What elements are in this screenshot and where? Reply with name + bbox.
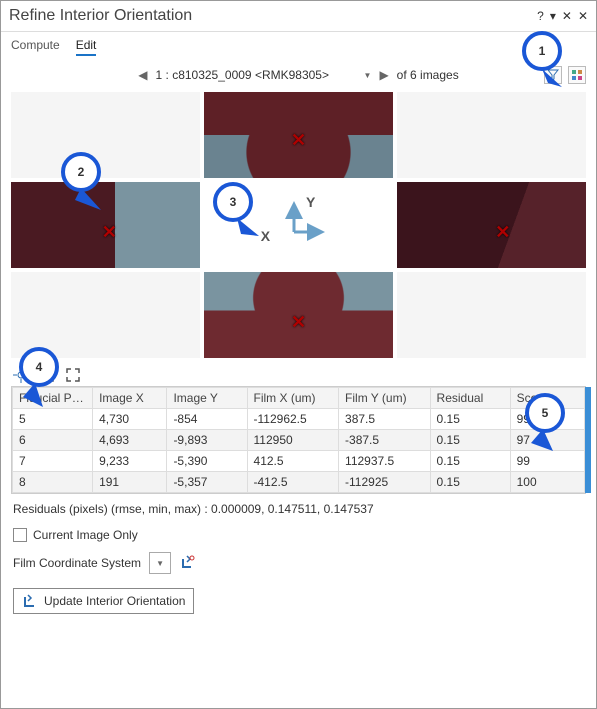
cell: 4,730 — [93, 409, 167, 430]
cell: 6 — [13, 430, 93, 451]
col-residual[interactable]: Residual — [430, 388, 510, 409]
table-row[interactable]: 7 9,233 -5,390 412.5 112937.5 0.15 99 — [13, 451, 585, 472]
col-film-y[interactable]: Film Y (um) — [339, 388, 431, 409]
cell: 0.15 — [430, 451, 510, 472]
cell: -387.5 — [339, 430, 431, 451]
cell: 0.15 — [430, 430, 510, 451]
thumb-empty — [11, 272, 200, 358]
tab-edit[interactable]: Edit — [76, 38, 97, 56]
help-icon[interactable]: ? — [537, 9, 544, 23]
callout-5-label: 5 — [542, 406, 549, 420]
current-image-only-row: Current Image Only — [1, 524, 596, 546]
zoom-tools — [1, 362, 596, 386]
callout-1-label: 1 — [539, 44, 546, 58]
fiducial-preview-grid: ✕ ✕ Y X ✕ ✕ 2 3 — [1, 88, 596, 362]
axis-reset-icon[interactable] — [179, 553, 197, 574]
thumb-empty — [397, 272, 586, 358]
callout-1: 1 — [522, 31, 562, 71]
prev-image-button[interactable]: ◀ — [138, 68, 147, 82]
fiducial-table: Fiducial Position Image X Image Y Film X… — [11, 386, 586, 494]
cell: 5 — [13, 409, 93, 430]
current-image-only-label: Current Image Only — [33, 528, 138, 542]
callout-2-label: 2 — [78, 165, 85, 179]
table-row[interactable]: 8 191 -5,357 -412.5 -112925 0.15 100 — [13, 472, 585, 493]
cell: -112962.5 — [247, 409, 339, 430]
cell: 412.5 — [247, 451, 339, 472]
axis-y-label: Y — [306, 194, 315, 210]
table-row[interactable]: 6 4,693 -9,893 112950 -387.5 0.15 97 — [13, 430, 585, 451]
cell: -5,357 — [167, 472, 247, 493]
image-dropdown-icon[interactable]: ▼ — [364, 71, 372, 80]
callout-4: 4 — [19, 347, 59, 387]
update-button-label: Update Interior Orientation — [44, 594, 185, 608]
window-controls: ? ▾ ✕ ✕ — [537, 9, 588, 23]
callout-3-label: 3 — [230, 195, 237, 209]
current-image-name[interactable]: 1 : c810325_0009 <RMK98305> — [156, 68, 356, 82]
update-interior-orientation-button[interactable]: Update Interior Orientation — [13, 588, 194, 614]
cell: 100 — [510, 472, 584, 493]
dropdown-icon[interactable]: ▾ — [550, 9, 556, 23]
thumb-empty — [11, 92, 200, 178]
col-film-x[interactable]: Film X (um) — [247, 388, 339, 409]
thumb-empty — [397, 92, 586, 178]
table-scrollbar[interactable] — [585, 387, 591, 493]
thumb-left[interactable]: ✕ — [11, 182, 200, 268]
cell: 112950 — [247, 430, 339, 451]
image-nav: ◀ 1 : c810325_0009 <RMK98305> ▼ ▶ of 6 i… — [1, 62, 596, 88]
tab-compute[interactable]: Compute — [11, 38, 60, 56]
residuals-summary: Residuals (pixels) (rmse, min, max) : 0.… — [1, 494, 596, 524]
cell: 387.5 — [339, 409, 431, 430]
col-image-y[interactable]: Image Y — [167, 388, 247, 409]
table-row[interactable]: 5 4,730 -854 -112962.5 387.5 0.15 99 — [13, 409, 585, 430]
col-image-x[interactable]: Image X — [93, 388, 167, 409]
callout-4-label: 4 — [36, 360, 43, 374]
cell: 7 — [13, 451, 93, 472]
zoom-fit-icon[interactable] — [63, 366, 83, 384]
callout-5: 5 — [525, 393, 565, 433]
film-coord-dropdown[interactable]: ▼ — [149, 552, 171, 574]
cell: 112937.5 — [339, 451, 431, 472]
cell: 4,693 — [93, 430, 167, 451]
cell: 0.15 — [430, 472, 510, 493]
cell: 0.15 — [430, 409, 510, 430]
film-coord-label: Film Coordinate System — [13, 556, 141, 570]
cell: 191 — [93, 472, 167, 493]
callout-2: 2 — [61, 152, 101, 192]
image-count-label: of 6 images — [397, 68, 459, 82]
mode-tabs: Compute Edit — [1, 32, 596, 62]
film-coord-row: Film Coordinate System ▼ — [1, 546, 596, 580]
close-icon[interactable]: ✕ — [578, 9, 588, 23]
cell: -5,390 — [167, 451, 247, 472]
current-image-only-checkbox[interactable] — [13, 528, 27, 542]
titlebar: Refine Interior Orientation ? ▾ ✕ ✕ — [1, 1, 596, 32]
callout-3: 3 — [213, 182, 253, 222]
cell: 9,233 — [93, 451, 167, 472]
thumb-right[interactable]: ✕ — [397, 182, 586, 268]
cell: 8 — [13, 472, 93, 493]
next-image-button[interactable]: ▶ — [379, 68, 388, 82]
pin-icon[interactable]: ✕ — [562, 9, 572, 23]
thumb-bottom[interactable]: ✕ — [204, 272, 393, 358]
cell: -9,893 — [167, 430, 247, 451]
cell: -412.5 — [247, 472, 339, 493]
thumb-top[interactable]: ✕ — [204, 92, 393, 178]
options-icon[interactable] — [568, 66, 586, 84]
window-title: Refine Interior Orientation — [9, 7, 192, 25]
cell: -854 — [167, 409, 247, 430]
cell: -112925 — [339, 472, 431, 493]
axis-icon — [22, 593, 38, 609]
